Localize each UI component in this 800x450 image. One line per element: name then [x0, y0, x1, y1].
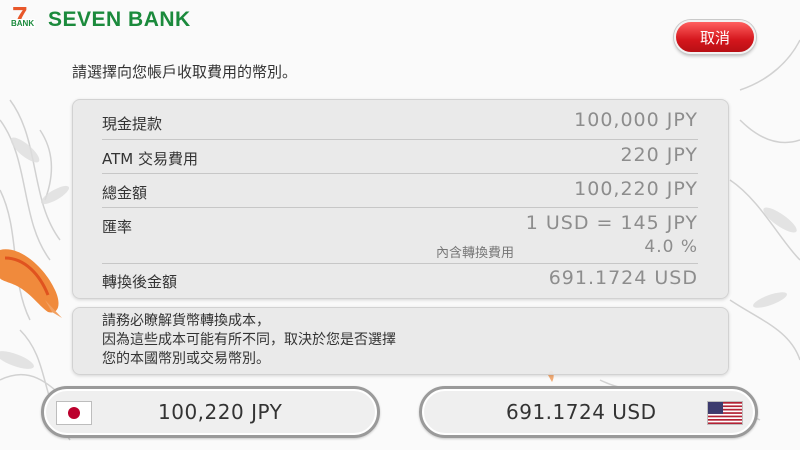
cancel-button[interactable]: 取消 [674, 20, 756, 54]
note-line: 因為這些成本可能有所不同，取決於您是否選擇 [102, 332, 396, 348]
row-atm-fee: ATM 交易費用 220 JPY [102, 140, 698, 174]
row-label: 轉換後金額 [102, 273, 178, 291]
note-line: 您的本國幣別或交易幣別。 [102, 351, 270, 367]
row-value: 1 USD = 145 JPY [525, 212, 698, 234]
row-value: 691.1724 USD [548, 267, 698, 289]
conversion-fee-label: 內含轉換費用 [436, 246, 515, 261]
currency-conversion-note: 請務必瞭解貨幣轉換成本， 因為這些成本可能有所不同，取決於您是否選擇 您的本國幣… [72, 307, 729, 375]
row-label: 總金額 [102, 184, 148, 202]
row-label: ATM 交易費用 [102, 150, 198, 168]
usa-flag-icon [707, 401, 743, 425]
row-value: 100,000 JPY [574, 109, 698, 131]
brand-name: SEVEN BANK [48, 8, 191, 31]
jpy-amount: 100,220 JPY [158, 400, 283, 424]
seven-bank-logo-icon: 7 BANK [10, 1, 36, 32]
row-cash-withdrawal: 現金提款 100,000 JPY [102, 104, 698, 140]
pay-in-usd-button[interactable]: 691.1724 USD [419, 386, 758, 438]
row-value: 100,220 JPY [574, 178, 698, 200]
seven-bank-logo: 7 BANK SEVEN BANK [10, 1, 191, 36]
conversion-fee-value: 4.0 % [644, 237, 698, 257]
row-converted-amount: 轉換後金額 691.1724 USD [102, 264, 698, 296]
japan-flag-icon [56, 401, 92, 425]
row-exchange-rate: 匯率 1 USD = 145 JPY 內含轉換費用 4.0 % [102, 208, 698, 264]
row-label: 現金提款 [102, 115, 163, 133]
usd-amount: 691.1724 USD [506, 400, 657, 424]
row-value: 220 JPY [620, 144, 698, 166]
note-line: 請務必瞭解貨幣轉換成本， [102, 313, 270, 329]
koi-fish-icon [0, 249, 62, 318]
transaction-summary-panel: 現金提款 100,000 JPY ATM 交易費用 220 JPY 總金額 10… [72, 99, 729, 299]
pay-in-jpy-button[interactable]: 100,220 JPY [41, 386, 380, 438]
row-label: 匯率 [102, 218, 133, 236]
row-total: 總金額 100,220 JPY [102, 174, 698, 208]
instruction-text: 請選擇向您帳戶收取費用的幣別。 [72, 63, 298, 81]
